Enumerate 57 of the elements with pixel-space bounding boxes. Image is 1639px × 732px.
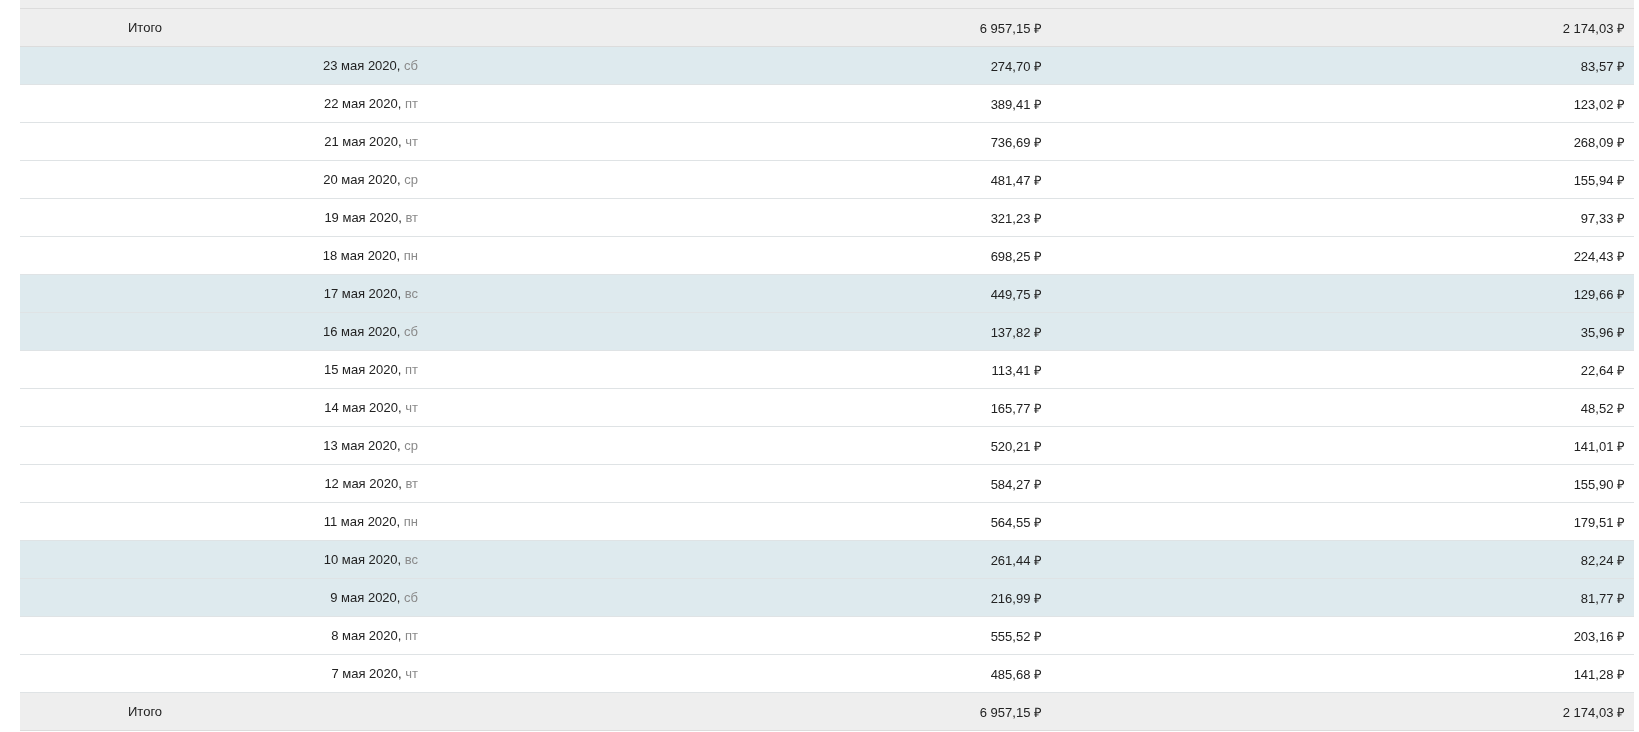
date-cell: 15 мая 2020, пт [323, 362, 418, 377]
table-cell: 22,64 ₽ [1580, 362, 1625, 378]
table-cell: 224,43 ₽ [1573, 248, 1625, 264]
table-cell: 2 174,03 ₽ [1562, 20, 1625, 36]
table-cell: 2 174,03 ₽ [1562, 704, 1625, 720]
table-cell: 481,47 ₽ [990, 172, 1042, 188]
table-cell: 584,27 ₽ [990, 476, 1042, 492]
table-cell: 485,68 ₽ [990, 666, 1042, 682]
table-cell: 321,23 ₽ [990, 210, 1042, 226]
table-cell: 123,02 ₽ [1573, 96, 1625, 112]
table-cell: 520,21 ₽ [990, 438, 1042, 454]
date-cell: 10 мая 2020, вс [323, 552, 418, 567]
table-cell: 141,01 ₽ [1573, 438, 1625, 454]
date-cell: 16 мая 2020, сб [323, 324, 418, 339]
date-cell: 19 мая 2020, вт [324, 210, 418, 225]
date-cell: 8 мая 2020, пт [331, 628, 418, 643]
date-cell: 13 мая 2020, ср [323, 438, 418, 453]
date-cell: 21 мая 2020, чт [324, 134, 418, 149]
table-cell: 137,82 ₽ [990, 324, 1042, 340]
date-cell: 7 мая 2020, чт [331, 666, 418, 681]
table-cell: 141,28 ₽ [1573, 666, 1625, 682]
table-cell: 97,33 ₽ [1580, 210, 1625, 226]
table-cell: 389,41 ₽ [990, 96, 1042, 112]
table-cell: 6 957,15 ₽ [979, 20, 1042, 36]
table-cell: 81,77 ₽ [1580, 590, 1625, 606]
table-cell: 129,66 ₽ [1573, 286, 1625, 302]
table-cell: 82,24 ₽ [1580, 552, 1625, 568]
table-cell: 449,75 ₽ [990, 286, 1042, 302]
date-cell: 18 мая 2020, пн [322, 248, 418, 263]
date-cell: 22 мая 2020, пт [323, 96, 418, 111]
date-cell: 11 мая 2020, пн [323, 514, 418, 529]
table-cell: 274,70 ₽ [990, 58, 1042, 74]
table-cell: 698,25 ₽ [990, 248, 1042, 264]
total-label: Итого [128, 20, 163, 35]
table-cell: 83,57 ₽ [1580, 58, 1625, 74]
table-cell: 48,52 ₽ [1580, 400, 1625, 416]
table-cell: 268,09 ₽ [1573, 134, 1625, 150]
table-cell: 6 957,15 ₽ [979, 704, 1042, 720]
date-cell: 20 мая 2020, ср [323, 172, 418, 187]
table-cell: 261,44 ₽ [990, 552, 1042, 568]
table-cell: 35,96 ₽ [1580, 324, 1625, 340]
table-cell: 203,16 ₽ [1573, 628, 1625, 644]
table-cell: 165,77 ₽ [990, 400, 1042, 416]
total-label: Итого [128, 704, 163, 719]
table-cell: 113,41 ₽ [991, 362, 1042, 378]
date-cell: 14 мая 2020, чт [324, 400, 418, 415]
table-cell: 155,94 ₽ [1573, 172, 1625, 188]
table-cell: 564,55 ₽ [990, 514, 1042, 530]
date-cell: 17 мая 2020, вс [323, 286, 418, 301]
date-cell: 12 мая 2020, вт [324, 476, 418, 491]
date-cell: 23 мая 2020, сб [323, 58, 418, 73]
table-cell: 179,51 ₽ [1573, 514, 1625, 530]
table-cell: 155,90 ₽ [1573, 476, 1625, 492]
table-cell: 736,69 ₽ [990, 134, 1042, 150]
table-cell: 555,52 ₽ [990, 628, 1042, 644]
date-cell: 9 мая 2020, сб [330, 590, 418, 605]
table-cell: 216,99 ₽ [990, 590, 1042, 606]
